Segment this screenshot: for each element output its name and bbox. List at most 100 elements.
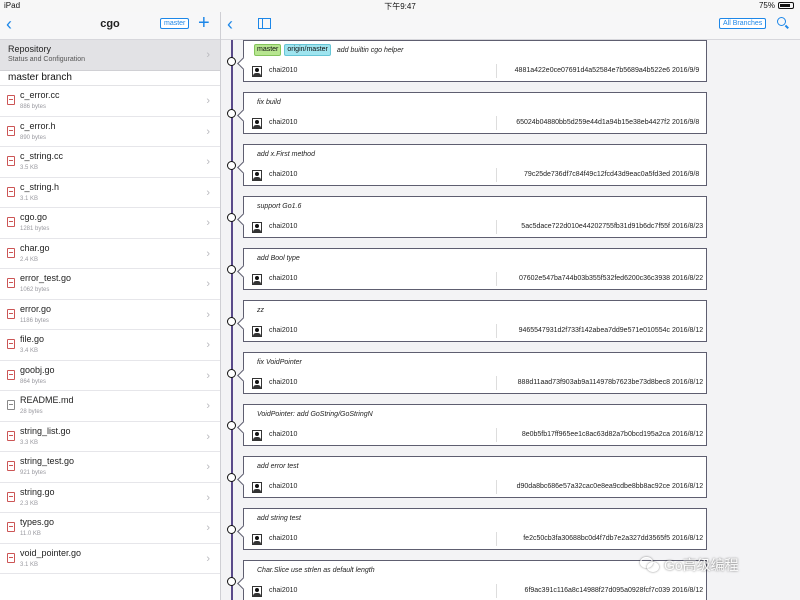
commit-card[interactable]: master origin/master add builtin cgo helpe… xyxy=(243,40,707,82)
chevron-right-icon: › xyxy=(206,552,210,565)
commit-card[interactable]: fix build chai2010 65024b04880bb5d259e44d1… xyxy=(243,92,707,134)
all-branches-button[interactable]: All Branches xyxy=(719,18,767,29)
commit-message: add string test xyxy=(257,514,301,522)
commit-row[interactable]: VoidPointer: add GoString/GoStringN chai2… xyxy=(221,404,800,450)
add-icon[interactable]: + xyxy=(198,13,210,33)
file-list-item[interactable]: string_list.go 3.3 KB › xyxy=(0,421,220,452)
chevron-right-icon: › xyxy=(206,217,210,229)
code-file-icon xyxy=(7,552,15,563)
branch-button[interactable]: master xyxy=(160,18,190,29)
file-list-item[interactable]: error.go 1186 bytes › xyxy=(0,299,220,330)
file-list-item[interactable]: c_string.h 3.1 KB › xyxy=(0,177,220,208)
commit-row[interactable]: add string test chai2010 fe2c50cb3fa30688b… xyxy=(221,508,800,554)
commit-node xyxy=(227,109,236,118)
commit-row[interactable]: add Bool type chai2010 07602e547ba744b03b3… xyxy=(221,248,800,294)
file-list-item[interactable]: c_string.cc 3.5 KB › xyxy=(0,147,220,178)
file-list-item[interactable]: README.md 28 bytes › xyxy=(0,391,220,422)
commit-card[interactable]: zz chai2010 9465547931d2f733f142abea7dd9e5… xyxy=(243,300,707,342)
file-list-item[interactable]: error_test.go 1062 bytes › xyxy=(0,269,220,300)
back-chevron-icon[interactable]: ‹ xyxy=(227,15,233,33)
sidebar-nav-bar: ‹ cgo master + xyxy=(0,12,220,40)
file-list-item[interactable]: types.go 11.0 KB › xyxy=(0,513,220,544)
commit-card[interactable]: fix VoidPointer chai2010 888d11aad73f903ab… xyxy=(243,352,707,394)
commit-message: VoidPointer: add GoString/GoStringN xyxy=(257,410,373,418)
battery-indicator: 75% xyxy=(759,1,794,10)
chevron-right-icon: › xyxy=(206,461,210,473)
commit-node xyxy=(227,161,236,170)
divider xyxy=(496,324,497,338)
commit-header: fix build xyxy=(254,96,281,108)
search-icon[interactable] xyxy=(777,17,786,26)
commit-header: Char.Slice use strlen as default length xyxy=(254,564,375,576)
chevron-right-icon: › xyxy=(206,491,210,504)
commit-header: zz xyxy=(254,304,264,316)
commit-header: master origin/master add builtin cgo helpe… xyxy=(254,44,403,56)
file-list-item[interactable]: file.go 3.4 KB › xyxy=(0,330,220,361)
repository-subtitle: Status and Configuration xyxy=(8,56,86,63)
file-size: 3.3 KB xyxy=(20,439,39,446)
commit-header: VoidPointer: add GoString/GoStringN xyxy=(254,408,373,420)
file-list-item[interactable]: goobj.go 864 bytes › xyxy=(0,360,220,391)
avatar xyxy=(252,430,262,441)
file-list-item[interactable]: string.go 2.3 KB › xyxy=(0,482,220,513)
commit-card[interactable]: support Go1.6 chai2010 5ac5dace722d010e442… xyxy=(243,196,707,238)
commit-row[interactable]: zz chai2010 9465547931d2f733f142abea7dd9e5… xyxy=(221,300,800,346)
wechat-icon xyxy=(640,557,660,573)
branch-header: master branch xyxy=(0,71,220,86)
commit-author: chai2010 xyxy=(269,67,298,74)
clock: 下午9:47 xyxy=(384,2,416,11)
commit-row[interactable]: add x.First method chai2010 79c25de736df7c… xyxy=(221,144,800,190)
sidebar-toggle-icon[interactable] xyxy=(258,18,271,29)
commit-author: chai2010 xyxy=(269,171,298,178)
commit-meta: chai2010 79c25de736df7c84f49c12fcd43d9eac… xyxy=(252,168,700,182)
file-list-item[interactable]: string_test.go 921 bytes › xyxy=(0,452,220,483)
commit-message: add error test xyxy=(257,462,299,470)
commit-card[interactable]: add error test chai2010 d90da8bc686e57a32c… xyxy=(243,456,707,498)
commit-card[interactable]: add string test chai2010 fe2c50cb3fa30688b… xyxy=(243,508,707,550)
commit-message: add Bool type xyxy=(257,254,300,262)
code-file-icon xyxy=(7,95,15,105)
file-list-item[interactable]: cgo.go 1281 bytes › xyxy=(0,208,220,239)
commit-message: add x.First method xyxy=(257,150,315,158)
commit-row[interactable]: add error test chai2010 d90da8bc686e57a32c… xyxy=(221,456,800,502)
commit-author: chai2010 xyxy=(269,535,298,542)
commit-author: chai2010 xyxy=(269,223,298,230)
commit-card[interactable]: add x.First method chai2010 79c25de736df7c… xyxy=(243,144,707,186)
commit-card[interactable]: add Bool type chai2010 07602e547ba744b03b3… xyxy=(243,248,707,290)
commit-node xyxy=(227,473,236,482)
commit-date: 2016/8/12 xyxy=(672,379,704,386)
divider xyxy=(496,532,497,546)
file-list-item[interactable]: char.go 2.4 KB › xyxy=(0,238,220,269)
file-size: 2.4 KB xyxy=(20,256,39,263)
commit-hash: 65024b04880bb5d259e44d1a94b15e38eb4427f2 xyxy=(516,119,670,126)
commit-hash: 07602e547ba744b03b355f532fed6200c36c3938 xyxy=(518,275,670,282)
file-size: 28 bytes xyxy=(20,409,43,415)
battery-percent: 75% xyxy=(758,1,775,10)
battery-icon xyxy=(778,2,794,9)
code-file-icon xyxy=(7,247,15,258)
commit-author: chai2010 xyxy=(269,275,298,282)
commit-date: 2016/8/23 xyxy=(672,223,704,230)
file-name: c_error.cc xyxy=(20,90,60,100)
file-size: 1062 bytes xyxy=(20,287,50,293)
commit-card[interactable]: Char.Slice use strlen as default length c… xyxy=(243,560,707,600)
divider xyxy=(496,64,497,78)
commit-date: 2016/8/22 xyxy=(672,275,704,282)
file-list-item[interactable]: c_error.h 890 bytes › xyxy=(0,116,220,147)
commit-meta: chai2010 d90da8bc686e57a32cac0e8ea9cdbe8b… xyxy=(252,480,703,494)
divider xyxy=(496,428,497,442)
file-list-item[interactable]: c_error.cc 886 bytes › xyxy=(0,86,220,117)
commit-row[interactable]: fix VoidPointer chai2010 888d11aad73f903ab… xyxy=(221,352,800,398)
commit-row[interactable]: master origin/master add builtin cgo helpe… xyxy=(221,40,800,86)
watermark-text: Go高级编程 xyxy=(664,557,739,573)
commit-message: fix VoidPointer xyxy=(257,358,302,366)
commit-message: fix build xyxy=(257,98,281,106)
commit-meta: chai2010 6f9ac391c116a8c14988f27d095a0928… xyxy=(252,584,703,598)
commit-card[interactable]: VoidPointer: add GoString/GoStringN chai2… xyxy=(243,404,707,446)
code-file-icon xyxy=(7,522,15,532)
file-name: char.go xyxy=(20,242,50,253)
repository-row[interactable]: Repository Status and Configuration › xyxy=(0,40,220,71)
commit-row[interactable]: support Go1.6 chai2010 5ac5dace722d010e442… xyxy=(221,196,800,242)
commit-row[interactable]: fix build chai2010 65024b04880bb5d259e44d1… xyxy=(221,92,800,138)
file-list-item[interactable]: void_pointer.go 3.1 KB › xyxy=(0,543,220,574)
